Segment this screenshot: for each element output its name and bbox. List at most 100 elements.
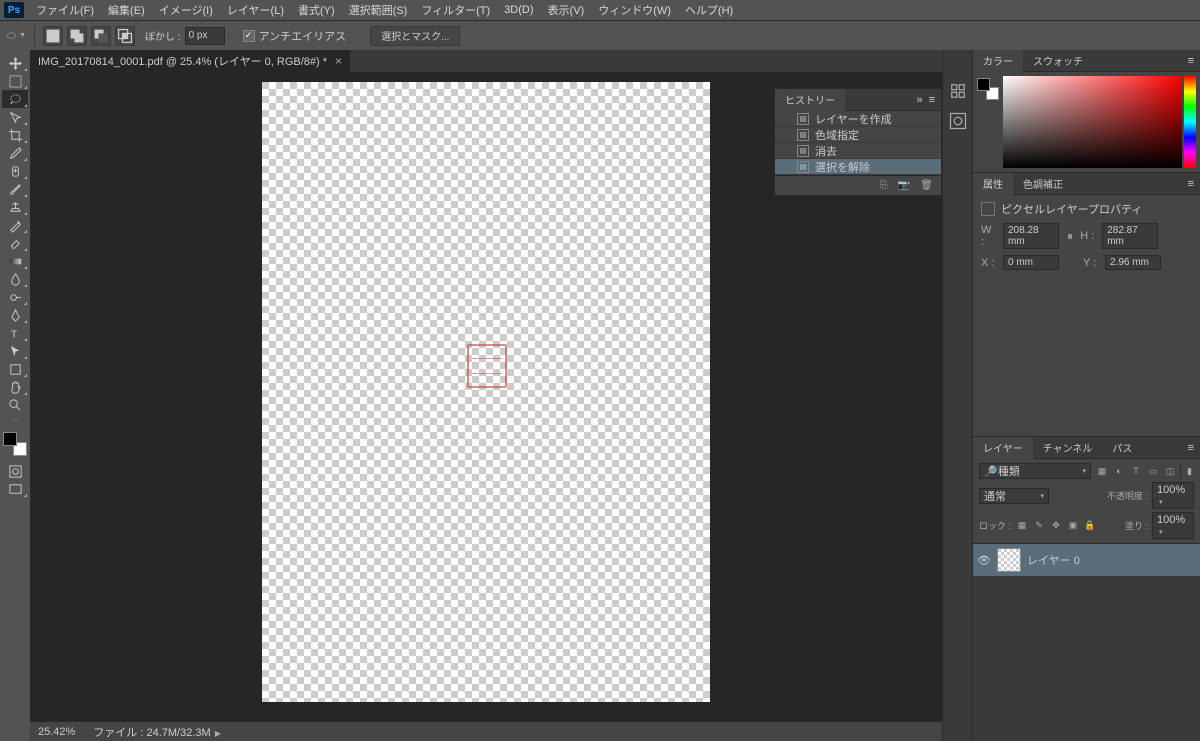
opacity-input[interactable]: 100% ▾	[1152, 482, 1194, 509]
blend-mode-dropdown[interactable]: 通常▾	[979, 488, 1049, 504]
menu-layer[interactable]: レイヤー(L)	[221, 0, 290, 20]
swatches-tab[interactable]: スウォッチ	[1023, 50, 1093, 72]
filter-smart-icon[interactable]: ◫	[1163, 464, 1177, 478]
document-tab[interactable]: IMG_20170814_0001.pdf @ 25.4% (レイヤー 0, R…	[30, 50, 350, 72]
document-tab-label: IMG_20170814_0001.pdf @ 25.4% (レイヤー 0, R…	[38, 53, 327, 69]
path-select-tool[interactable]	[2, 342, 28, 360]
healing-tool[interactable]	[2, 162, 28, 180]
hand-tool[interactable]	[2, 378, 28, 396]
menu-view[interactable]: 表示(V)	[542, 0, 591, 20]
clone-stamp-tool[interactable]	[2, 198, 28, 216]
brush-tool[interactable]	[2, 180, 28, 198]
selection-add-icon[interactable]	[67, 26, 87, 46]
panel-collapse-icon[interactable]: »	[916, 94, 922, 106]
quick-select-tool[interactable]	[2, 108, 28, 126]
visibility-toggle-icon[interactable]: 👁	[977, 554, 991, 567]
panel-menu-icon[interactable]: ≡	[1188, 55, 1194, 67]
lock-label: ロック :	[979, 519, 1011, 532]
color-tab[interactable]: カラー	[973, 50, 1023, 72]
file-size-status[interactable]: ファイル : 24.7M/32.3M ▶	[93, 724, 221, 740]
menu-window[interactable]: ウィンドウ(W)	[592, 0, 677, 20]
history-item[interactable]: ▤レイヤーを作成	[775, 111, 941, 127]
layer-thumbnail[interactable]	[997, 548, 1021, 572]
menu-3d[interactable]: 3D(D)	[498, 2, 539, 18]
paths-tab[interactable]: パス	[1102, 437, 1142, 459]
menu-filter[interactable]: フィルター(T)	[415, 0, 496, 20]
dock-libraries-icon[interactable]	[947, 80, 969, 102]
foreground-background-colors[interactable]	[3, 432, 27, 456]
eyedropper-tool[interactable]	[2, 144, 28, 162]
link-icon[interactable]: ⚭	[1063, 231, 1076, 240]
history-brush-tool[interactable]	[2, 216, 28, 234]
screen-mode-icon[interactable]	[2, 480, 28, 498]
panel-menu-icon[interactable]: ≡	[1188, 442, 1194, 454]
delete-state-icon[interactable]: 🗑	[920, 180, 933, 191]
filter-shape-icon[interactable]: ▭	[1146, 464, 1160, 478]
dodge-tool[interactable]	[2, 288, 28, 306]
menu-select[interactable]: 選択範囲(S)	[343, 0, 414, 20]
marquee-tool[interactable]	[2, 72, 28, 90]
menu-edit[interactable]: 編集(E)	[102, 0, 151, 20]
lasso-tool[interactable]	[2, 90, 28, 108]
select-and-mask-button[interactable]: 選択とマスク...	[370, 26, 460, 46]
selection-subtract-icon[interactable]	[91, 26, 111, 46]
menu-help[interactable]: ヘルプ(H)	[679, 0, 739, 20]
lock-transparency-icon[interactable]: ▦	[1015, 519, 1029, 533]
zoom-tool[interactable]	[2, 396, 28, 414]
filter-toggle-icon[interactable]: ▮	[1180, 464, 1194, 478]
lock-artboard-icon[interactable]: ▣	[1066, 519, 1080, 533]
panel-menu-icon[interactable]: ≡	[1188, 178, 1194, 190]
feather-input[interactable]	[185, 27, 225, 45]
dock-adjust-icon[interactable]	[947, 110, 969, 132]
selection-new-icon[interactable]	[43, 26, 63, 46]
filter-type-icon[interactable]: T	[1129, 464, 1143, 478]
zoom-level[interactable]: 25.42%	[38, 726, 75, 738]
move-tool[interactable]	[2, 54, 28, 72]
width-input[interactable]: 208.28 mm	[1003, 223, 1059, 249]
color-fgbg[interactable]	[977, 78, 999, 100]
eraser-tool[interactable]	[2, 234, 28, 252]
y-input[interactable]: 2.96 mm	[1105, 255, 1161, 270]
type-tool[interactable]: T	[2, 324, 28, 342]
channels-tab[interactable]: チャンネル	[1033, 437, 1103, 459]
history-item[interactable]: ▤選択を解除	[775, 159, 941, 175]
properties-tab[interactable]: 属性	[973, 173, 1013, 195]
selection-intersect-icon[interactable]	[115, 26, 135, 46]
menu-image[interactable]: イメージ(I)	[153, 0, 219, 20]
crop-tool[interactable]	[2, 126, 28, 144]
canvas[interactable]	[262, 82, 710, 702]
menu-file[interactable]: ファイル(F)	[30, 0, 100, 20]
new-snapshot-icon[interactable]: 📷	[898, 180, 910, 191]
fill-input[interactable]: 100% ▾	[1152, 512, 1194, 539]
antialias-checkbox[interactable]: ✓	[243, 30, 255, 42]
history-item[interactable]: ▤色域指定	[775, 127, 941, 143]
history-tab[interactable]: ヒストリー	[775, 89, 845, 111]
panel-menu-icon[interactable]: ≡	[929, 94, 935, 106]
x-input[interactable]: 0 mm	[1003, 255, 1059, 270]
stamp-mark	[467, 344, 507, 388]
shape-tool[interactable]	[2, 360, 28, 378]
layers-tab[interactable]: レイヤー	[973, 437, 1033, 459]
layer-name[interactable]: レイヤー 0	[1027, 552, 1080, 568]
layer-row[interactable]: 👁 レイヤー 0	[973, 544, 1200, 576]
adjustments-tab[interactable]: 色調補正	[1013, 173, 1073, 195]
filter-adjust-icon[interactable]: ◐	[1112, 464, 1126, 478]
lock-pixels-icon[interactable]: ✎	[1032, 519, 1046, 533]
layer-filter-dropdown[interactable]: 🔎 種類▾	[979, 463, 1091, 479]
color-picker-field[interactable]	[1003, 76, 1182, 168]
new-document-from-state-icon[interactable]: ⎘	[880, 180, 888, 191]
lock-position-icon[interactable]: ✥	[1049, 519, 1063, 533]
menu-type[interactable]: 書式(Y)	[292, 0, 341, 20]
gradient-tool[interactable]	[2, 252, 28, 270]
history-item[interactable]: ▤消去	[775, 143, 941, 159]
tool-edit-icon[interactable]: ⋯	[2, 414, 28, 426]
height-input[interactable]: 282.87 mm	[1102, 223, 1158, 249]
pen-tool[interactable]	[2, 306, 28, 324]
filter-pixel-icon[interactable]: ▦	[1095, 464, 1109, 478]
quick-mask-icon[interactable]	[2, 462, 28, 480]
lock-all-icon[interactable]: 🔒	[1083, 519, 1097, 533]
close-tab-icon[interactable]: ×	[335, 54, 342, 68]
hue-slider[interactable]	[1184, 76, 1196, 168]
blur-tool[interactable]	[2, 270, 28, 288]
current-tool-icon[interactable]: ▼	[6, 26, 26, 46]
